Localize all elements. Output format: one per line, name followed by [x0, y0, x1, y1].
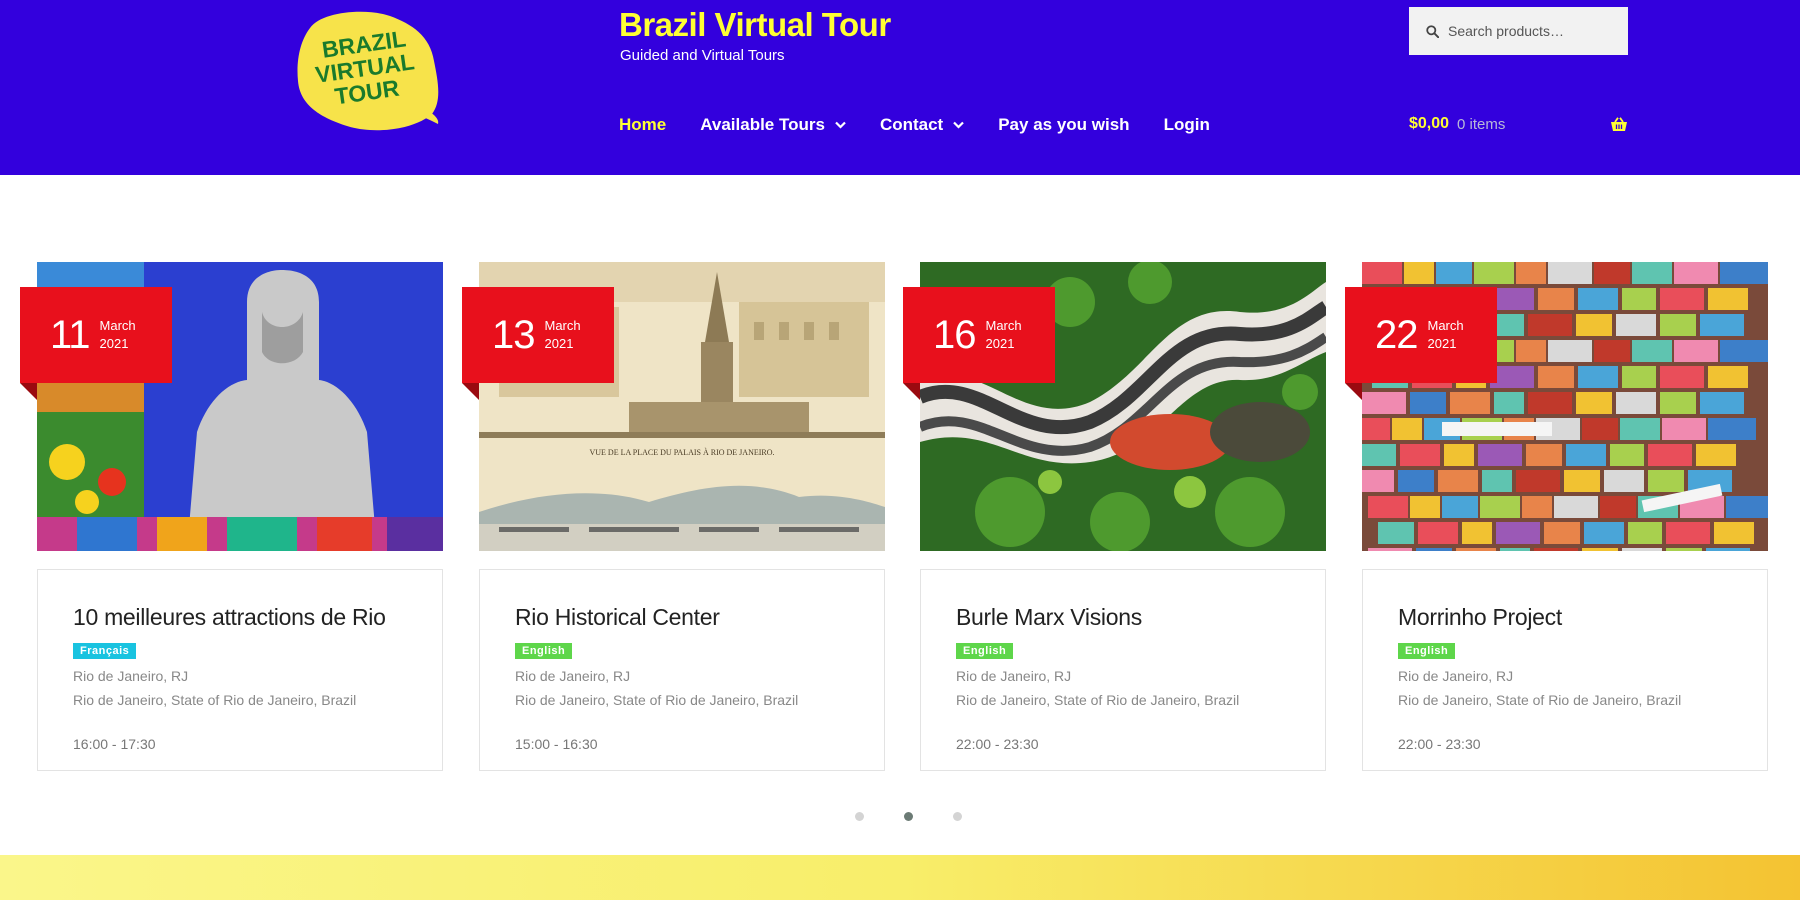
- nav-available-tours[interactable]: Available Tours: [700, 115, 846, 135]
- date-badge: 13 March 2021: [462, 287, 614, 400]
- nav-home[interactable]: Home: [619, 115, 666, 135]
- date-badge: 22 March 2021: [1345, 287, 1497, 400]
- site-title[interactable]: Brazil Virtual Tour: [619, 6, 891, 44]
- header-cart[interactable]: $0,00 0 items: [1409, 115, 1628, 133]
- tour-location: Rio de Janeiro, RJ: [956, 668, 1072, 684]
- ribbon-fold: [903, 383, 920, 400]
- site-header: BRAZIL VIRTUAL TOUR Brazil Virtual Tour …: [0, 0, 1800, 175]
- tour-card-body: 10 meilleures attractions de Rio Françai…: [37, 569, 443, 771]
- date-year: 2021: [99, 336, 129, 351]
- cart-amount: $0,00: [1409, 115, 1450, 132]
- main-nav: Home Available Tours Contact Pay as you …: [619, 115, 1244, 135]
- tour-location: Rio de Janeiro, RJ: [515, 668, 631, 684]
- ribbon-fold: [1345, 383, 1362, 400]
- nav-pay-as-you-wish[interactable]: Pay as you wish: [998, 115, 1129, 135]
- basket-icon: [1610, 116, 1628, 132]
- tour-time: 22:00 - 23:30: [1398, 736, 1481, 752]
- date-month: March: [985, 318, 1022, 333]
- chevron-down-icon: [835, 121, 846, 129]
- tour-title[interactable]: 10 meilleures attractions de Rio: [73, 604, 407, 631]
- language-badge: Français: [73, 643, 137, 659]
- date-month: March: [1427, 318, 1464, 333]
- language-badge: English: [1398, 643, 1456, 659]
- date-day: 11: [50, 313, 91, 357]
- tour-card-body: Rio Historical Center English Rio de Jan…: [479, 569, 885, 771]
- date-day: 22: [1375, 313, 1418, 357]
- tour-card-body: Morrinho Project English Rio de Janeiro,…: [1362, 569, 1768, 771]
- date-month: March: [99, 318, 136, 333]
- engraving-caption: VUE DE LA PLACE DU PALAIS À RIO DE JANEI…: [589, 447, 774, 457]
- site-logo[interactable]: BRAZIL VIRTUAL TOUR: [292, 6, 442, 136]
- language-badge: English: [515, 643, 573, 659]
- tour-title[interactable]: Rio Historical Center: [515, 604, 849, 631]
- tour-address: Rio de Janeiro, State of Rio de Janeiro,…: [515, 692, 799, 708]
- date-badge: 16 March 2021: [903, 287, 1055, 400]
- tour-location: Rio de Janeiro, RJ: [1398, 668, 1514, 684]
- tour-address: Rio de Janeiro, State of Rio de Janeiro,…: [73, 692, 357, 708]
- search-input[interactable]: [1448, 23, 1628, 39]
- footer-gradient-band: [0, 855, 1800, 900]
- date-year: 2021: [1427, 336, 1457, 351]
- tour-title[interactable]: Morrinho Project: [1398, 604, 1732, 631]
- nav-contact[interactable]: Contact: [880, 115, 964, 135]
- site-description: Guided and Virtual Tours: [620, 47, 785, 64]
- date-month: March: [544, 318, 581, 333]
- date-day: 16: [933, 313, 976, 357]
- chevron-down-icon: [953, 121, 964, 129]
- tour-time: 15:00 - 16:30: [515, 736, 598, 752]
- carousel-pagination: [855, 812, 1002, 821]
- ribbon-fold: [462, 383, 479, 400]
- date-badge: 11 March 2021: [20, 287, 172, 400]
- date-year: 2021: [544, 336, 574, 351]
- tour-time: 16:00 - 17:30: [73, 736, 156, 752]
- date-year: 2021: [985, 336, 1015, 351]
- tour-address: Rio de Janeiro, State of Rio de Janeiro,…: [956, 692, 1240, 708]
- carousel-dot-2[interactable]: [904, 812, 913, 821]
- date-day: 13: [492, 313, 535, 357]
- ribbon-fold: [20, 383, 37, 400]
- tour-time: 22:00 - 23:30: [956, 736, 1039, 752]
- language-badge: English: [956, 643, 1014, 659]
- tour-title[interactable]: Burle Marx Visions: [956, 604, 1290, 631]
- cart-count: 0 items: [1457, 115, 1506, 133]
- tour-card-body: Burle Marx Visions English Rio de Janeir…: [920, 569, 1326, 771]
- search-icon: [1425, 23, 1440, 39]
- tour-address: Rio de Janeiro, State of Rio de Janeiro,…: [1398, 692, 1682, 708]
- nav-login[interactable]: Login: [1164, 115, 1210, 135]
- search-box[interactable]: [1409, 7, 1628, 55]
- carousel-dot-1[interactable]: [855, 812, 864, 821]
- carousel-dot-3[interactable]: [953, 812, 962, 821]
- tour-location: Rio de Janeiro, RJ: [73, 668, 189, 684]
